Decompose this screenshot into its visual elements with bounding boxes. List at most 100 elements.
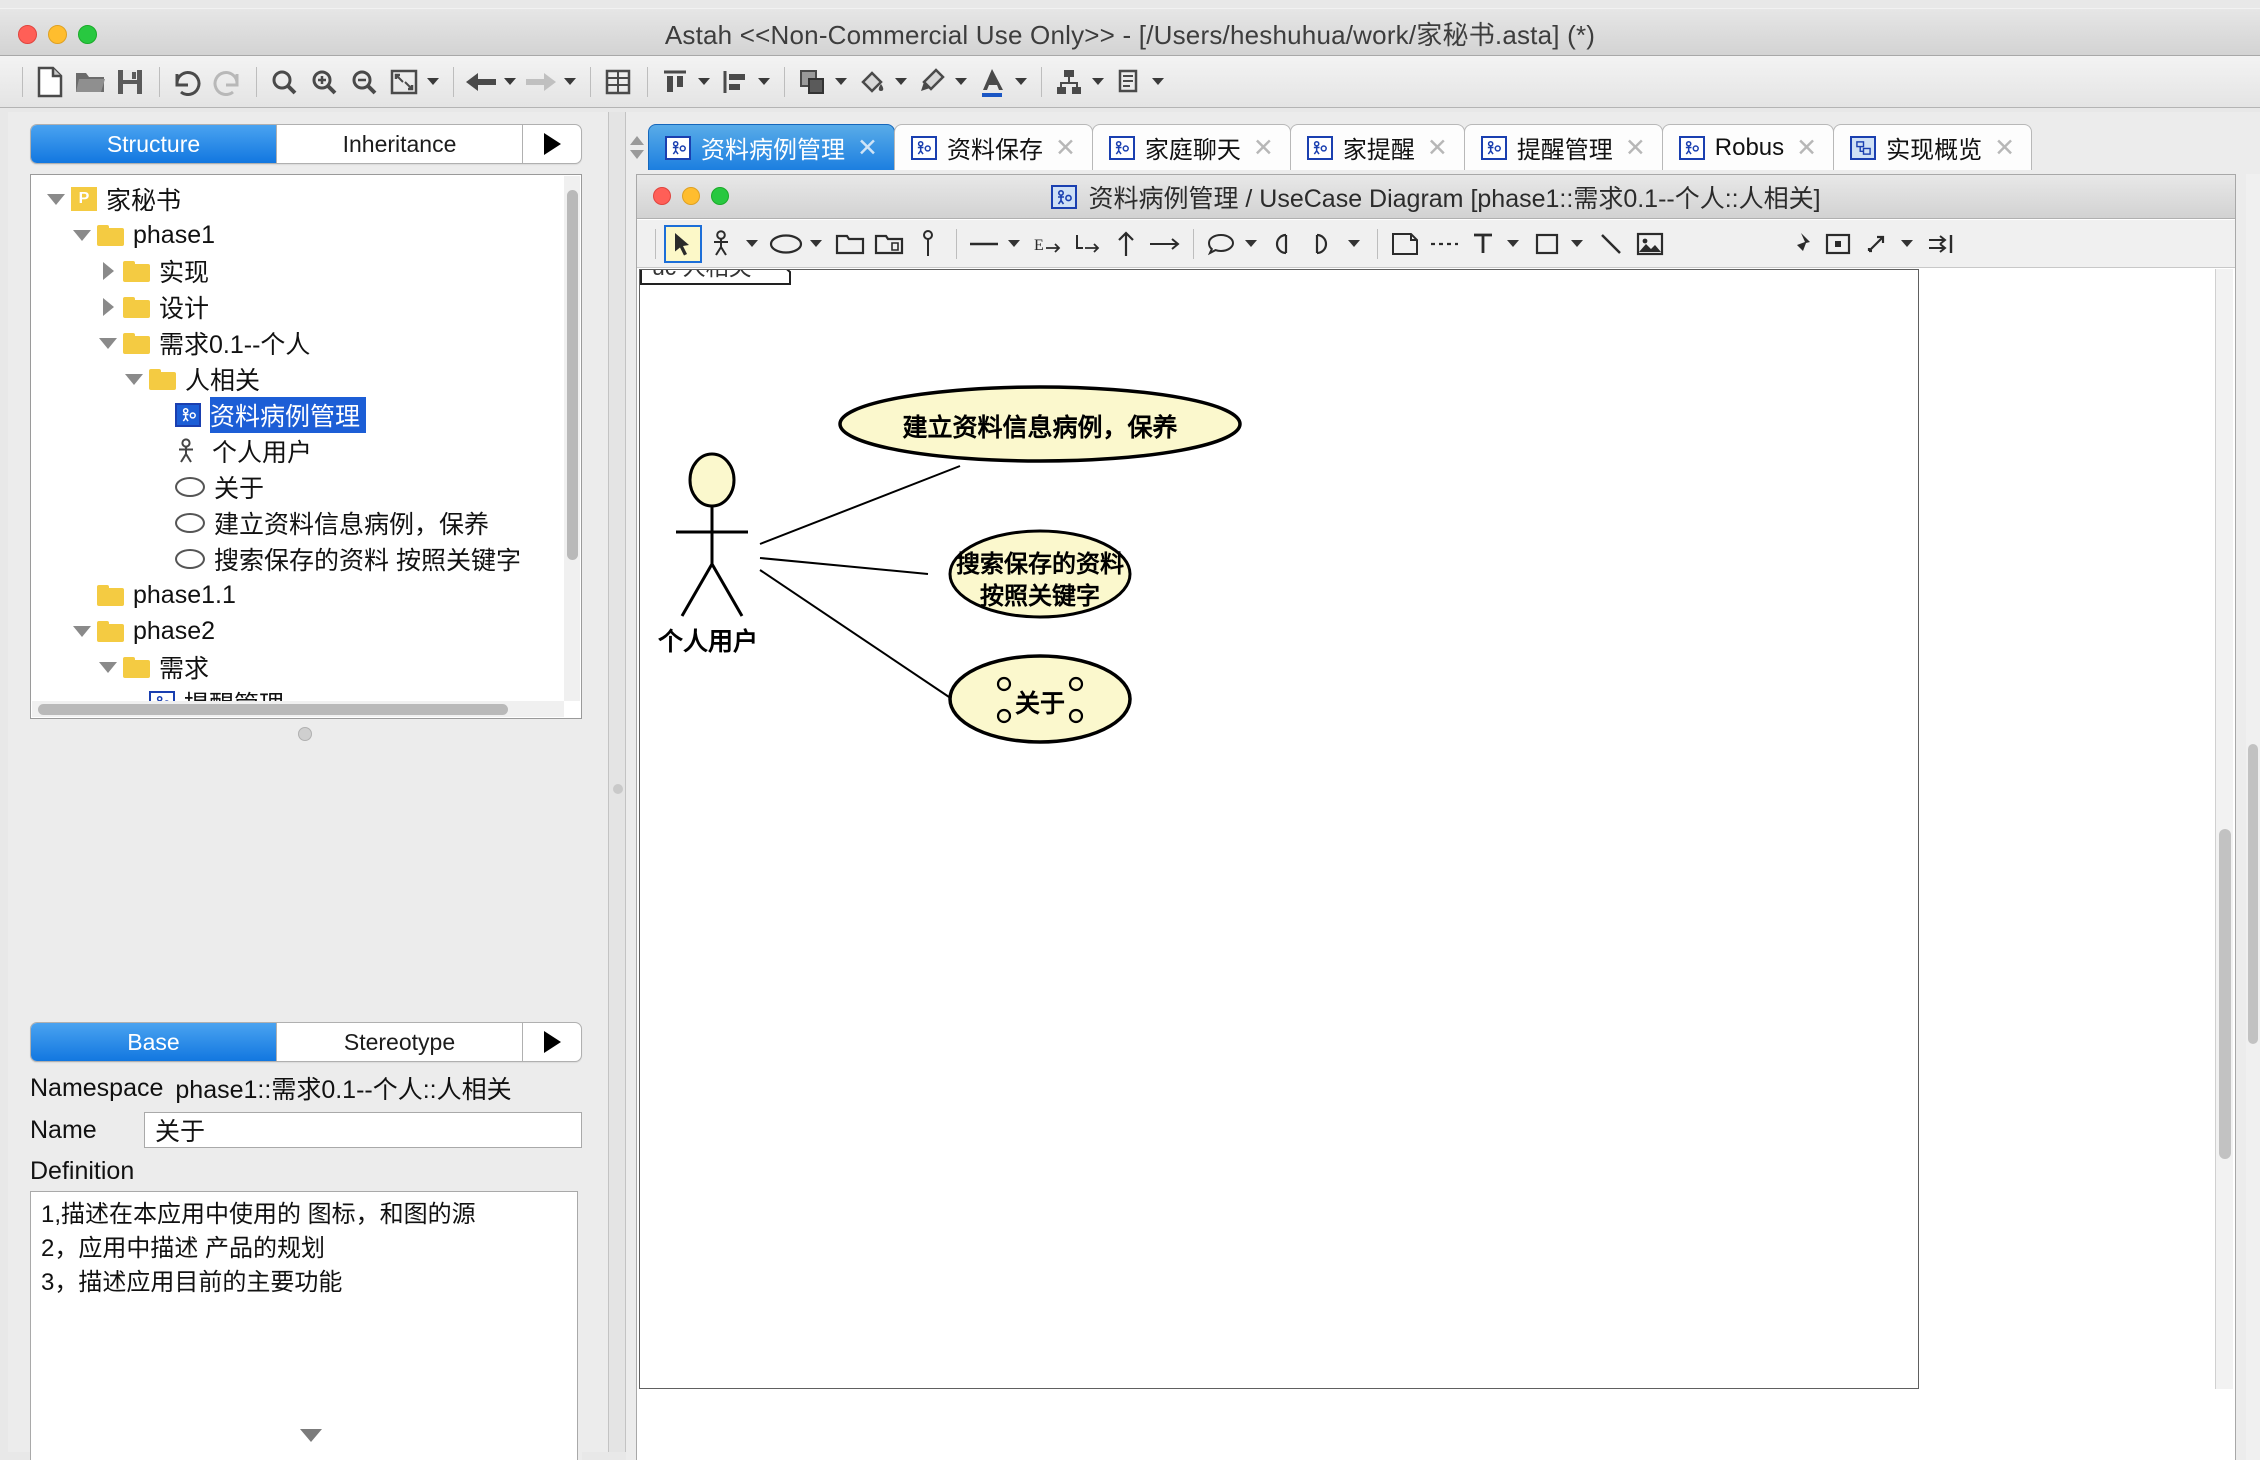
tree-item-11[interactable]: phase1.1: [31, 577, 581, 613]
tree-item-3[interactable]: 设计: [31, 289, 581, 325]
editor-tab-6[interactable]: 实现概览 ✕: [1833, 124, 2033, 170]
align-top-icon[interactable]: [656, 63, 694, 101]
panel-splitter-grip[interactable]: [298, 727, 312, 741]
editor-tab-close-icon[interactable]: ✕: [1253, 133, 1274, 163]
zoom-in-icon[interactable]: [305, 63, 343, 101]
editor-tab-close-icon[interactable]: ✕: [857, 133, 878, 163]
list-dropdown-caret[interactable]: [1150, 63, 1166, 101]
line-tool[interactable]: [1592, 225, 1630, 263]
actor-tool-caret[interactable]: [742, 225, 762, 263]
subsystem-tool[interactable]: [870, 225, 908, 263]
package-tool[interactable]: [831, 225, 869, 263]
pin-diagram-tool[interactable]: [1780, 225, 1818, 263]
record-tool[interactable]: [1819, 225, 1857, 263]
tree-twisty[interactable]: [41, 193, 71, 205]
tabstrip-scroll-down-icon[interactable]: [630, 149, 644, 159]
tree-item-1[interactable]: phase1: [31, 217, 581, 253]
balloon-tool[interactable]: [1202, 225, 1240, 263]
fill-color-icon[interactable]: [853, 63, 891, 101]
tree-item-2[interactable]: 实现: [31, 253, 581, 289]
tree-twisty[interactable]: [93, 661, 123, 673]
tree-item-6[interactable]: 资料病例管理: [31, 397, 581, 433]
ellipse-right-tool[interactable]: [1305, 225, 1343, 263]
highlight-color-icon[interactable]: [913, 63, 951, 101]
font-color-dropdown-caret[interactable]: [1013, 63, 1029, 101]
fill-color-dropdown-caret[interactable]: [893, 63, 909, 101]
tree-twisty[interactable]: [67, 229, 97, 241]
new-file-icon[interactable]: [31, 63, 69, 101]
table-icon[interactable]: [599, 63, 637, 101]
tree-twisty[interactable]: [93, 337, 123, 349]
tree-twisty[interactable]: [93, 262, 123, 280]
tab-inheritance[interactable]: Inheritance: [277, 125, 523, 163]
editor-tab-5[interactable]: Robus ✕: [1661, 124, 1835, 170]
fit-icon[interactable]: [385, 63, 423, 101]
tree-item-10[interactable]: 搜索保存的资料 按照关键字: [31, 541, 581, 577]
layout-icon[interactable]: [1050, 63, 1088, 101]
tree-item-12[interactable]: phase2: [31, 613, 581, 649]
canvas-vscroll-thumb[interactable]: [2219, 829, 2231, 1159]
tree-item-0[interactable]: P 家秘书: [31, 181, 581, 217]
tree-item-5[interactable]: 人相关: [31, 361, 581, 397]
back-arrow-icon[interactable]: [462, 63, 500, 101]
definition-textarea[interactable]: 1,描述在本应用中使用的 图标，和图的源 2，应用中描述 产品的规划 3，描述应…: [30, 1191, 578, 1460]
save-icon[interactable]: [111, 63, 149, 101]
tree-vertical-scrollbar[interactable]: [564, 176, 580, 701]
editor-tab-1[interactable]: 资料保存 ✕: [893, 124, 1093, 170]
tab-structure[interactable]: Structure: [31, 125, 277, 163]
usecase-tool[interactable]: [767, 225, 805, 263]
redo-icon[interactable]: [208, 63, 246, 101]
layout-dropdown-caret[interactable]: [1090, 63, 1106, 101]
editor-tab-close-icon[interactable]: ✕: [1055, 133, 1076, 163]
tree-hscroll-thumb[interactable]: [38, 704, 508, 715]
text-tool[interactable]: [1464, 225, 1502, 263]
tabs-overflow-button[interactable]: [523, 125, 581, 163]
editor-area-scrollbar[interactable]: [2246, 174, 2260, 1460]
zoom-reset-icon[interactable]: [265, 63, 303, 101]
rectangle-tool[interactable]: [1528, 225, 1566, 263]
tree-twisty[interactable]: [119, 373, 149, 385]
resize-tool-caret[interactable]: [1897, 225, 1917, 263]
panel-collapse-arrow-icon[interactable]: [300, 1429, 322, 1442]
editor-tab-close-icon[interactable]: ✕: [1796, 133, 1817, 163]
editor-tab-0[interactable]: 资料病例管理 ✕: [648, 124, 895, 170]
tree-twisty[interactable]: [67, 625, 97, 637]
tree-item-4[interactable]: 需求0.1--个人: [31, 325, 581, 361]
align-top-dropdown-caret[interactable]: [696, 63, 712, 101]
forward-dropdown-caret[interactable]: [562, 63, 578, 101]
editor-tab-3[interactable]: 家提醒 ✕: [1289, 124, 1465, 170]
tab-stereotype[interactable]: Stereotype: [277, 1023, 523, 1061]
editor-tab-close-icon[interactable]: ✕: [1625, 133, 1646, 163]
extend-tool[interactable]: E: [1029, 225, 1067, 263]
editor-tab-2[interactable]: 家庭聊天 ✕: [1091, 124, 1291, 170]
actor-tool[interactable]: [703, 225, 741, 263]
back-dropdown-caret[interactable]: [502, 63, 518, 101]
property-tabs-overflow-button[interactable]: [523, 1023, 581, 1061]
align-left-dropdown-caret[interactable]: [756, 63, 772, 101]
editor-tab-close-icon[interactable]: ✕: [1427, 133, 1448, 163]
tabstrip-scroll-up-icon[interactable]: [630, 135, 644, 145]
bring-front-icon[interactable]: [793, 63, 831, 101]
diagram-canvas[interactable]: uc 人相关 个人用户 建立资料信息病例，保养 搜索保存的资料 按照关键字 关于: [639, 269, 1919, 1389]
association-tool[interactable]: [965, 225, 1003, 263]
tree-item-7[interactable]: 个人用户: [31, 433, 581, 469]
fit-dropdown-caret[interactable]: [425, 63, 441, 101]
note-tool[interactable]: [1386, 225, 1424, 263]
structure-tree[interactable]: P 家秘书 phase1 实现 设计 需求0.1--个人 人相关 资料病例管理 个人用户 关于 建立…: [30, 174, 582, 719]
pin-tool[interactable]: [909, 225, 947, 263]
canvas-vertical-scrollbar[interactable]: [2215, 269, 2233, 1389]
tree-item-9[interactable]: 建立资料信息病例，保养: [31, 505, 581, 541]
dependency-tool[interactable]: [1146, 225, 1184, 263]
main-splitter[interactable]: [608, 112, 626, 1452]
tree-vscroll-thumb[interactable]: [567, 190, 578, 560]
font-color-icon[interactable]: [973, 63, 1011, 101]
text-tool-caret[interactable]: [1503, 225, 1523, 263]
undo-icon[interactable]: [168, 63, 206, 101]
rectangle-tool-caret[interactable]: [1567, 225, 1587, 263]
highlight-color-dropdown-caret[interactable]: [953, 63, 969, 101]
association-tool-caret[interactable]: [1004, 225, 1024, 263]
tabstrip-nav-buttons[interactable]: [626, 124, 648, 170]
zoom-out-icon[interactable]: [345, 63, 383, 101]
align-tool[interactable]: [1922, 225, 1960, 263]
select-pointer-tool[interactable]: [664, 224, 702, 263]
